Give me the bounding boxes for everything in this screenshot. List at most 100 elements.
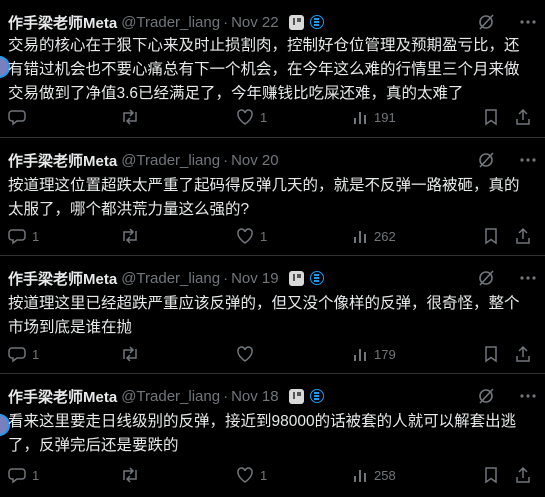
retweet-button[interactable] [120,344,146,364]
like-count: 1 [260,467,268,483]
share-button[interactable] [515,344,531,364]
verified-badge-icon[interactable] [309,271,324,285]
tweet-actions: 1 1 262 [8,226,533,246]
views-icon [354,231,366,243]
like-button[interactable]: 1 [236,107,267,127]
more-icon[interactable] [519,269,537,287]
author-name[interactable]: 作手梁老师Meta [8,386,117,407]
grok-icon[interactable] [477,269,495,287]
views-button[interactable]: 258 [352,465,396,485]
reply-icon [8,347,26,363]
reply-icon [8,110,26,126]
views-button[interactable]: 262 [352,226,396,246]
views-count: 262 [374,228,396,244]
author-handle[interactable]: @Trader_liang [121,14,220,31]
bookmark-button[interactable] [483,226,499,246]
tweet-text: 看来这里要走日线级别的反弹，接近到98000的话被套的人就可以解套出逃了，反弹完… [8,413,517,454]
reply-button[interactable] [8,107,32,127]
retweet-button[interactable] [120,226,146,246]
tweet[interactable]: 作手梁老师Meta @Trader_liang · Nov 19 按道理这里已经… [0,256,545,374]
retweet-icon [123,109,137,125]
tweet-header: 作手梁老师Meta @Trader_liang · Nov 19 [8,268,537,288]
share-button[interactable] [515,226,531,246]
more-icon[interactable] [519,387,537,405]
share-icon [516,345,530,362]
author-handle[interactable]: @Trader_liang [121,270,220,287]
tweet-date[interactable]: Nov 19 [231,270,279,287]
reply-button[interactable]: 1 [8,465,39,485]
reply-count: 1 [32,228,40,244]
tweet-actions: 1 179 [8,344,533,364]
bookmark-icon [485,346,497,363]
tweet-actions: 1 191 [8,107,533,127]
like-icon [237,346,253,362]
reply-count: 1 [32,467,40,483]
tweet-header: 作手梁老师Meta @Trader_liang · Nov 18 [8,386,537,406]
reply-icon [8,468,26,484]
like-button[interactable]: 1 [236,226,267,246]
verified-badge-icon[interactable] [309,389,324,403]
grok-icon[interactable] [477,13,495,31]
timeline-feed: 作手梁老师Meta @Trader_liang · Nov 22 交易的核心在于… [0,0,545,497]
tweet-header: 作手梁老师Meta @Trader_liang · Nov 20 [8,150,537,170]
tweet[interactable]: 作手梁老师Meta @Trader_liang · Nov 20 按道理这位置超… [0,138,545,256]
separator-dot: · [223,387,229,405]
bookmark-icon [485,228,497,245]
reply-count: 1 [32,346,40,362]
affiliate-flag-icon[interactable] [288,270,304,286]
bookmark-icon [485,467,497,484]
tweet-date[interactable]: Nov 22 [231,14,279,31]
tweet-date[interactable]: Nov 20 [231,152,279,169]
reply-icon [8,229,26,245]
bookmark-button[interactable] [483,344,499,364]
views-button[interactable]: 191 [352,107,396,127]
share-button[interactable] [515,107,531,127]
bookmark-button[interactable] [483,465,499,485]
tweet-date[interactable]: Nov 18 [231,388,279,405]
like-button[interactable] [236,344,260,364]
separator-dot: · [223,13,229,31]
views-button[interactable]: 179 [352,344,396,364]
share-button[interactable] [515,465,531,485]
more-icon[interactable] [519,13,537,31]
like-count: 1 [260,109,268,125]
author-handle[interactable]: @Trader_liang [121,388,220,405]
retweet-button[interactable] [120,107,146,127]
like-icon [237,467,253,483]
retweet-icon [123,467,137,483]
author-handle[interactable]: @Trader_liang [121,152,220,169]
author-name[interactable]: 作手梁老师Meta [8,150,117,171]
views-count: 191 [374,109,396,125]
separator-dot: · [223,151,229,169]
tweet-text: 按道理这里已经超跌严重应该反弹的，但又没个像样的反弹，很奇怪，整个市场到底是谁在… [8,295,520,336]
more-icon[interactable] [519,151,537,169]
author-name[interactable]: 作手梁老师Meta [8,268,117,289]
affiliate-flag-icon[interactable] [288,14,304,30]
reply-button[interactable]: 1 [8,226,39,246]
share-icon [516,227,530,244]
verified-badge-icon[interactable] [309,15,324,29]
affiliate-flag-icon[interactable] [288,388,304,404]
share-icon [516,108,530,125]
views-icon [354,112,366,124]
grok-icon[interactable] [477,151,495,169]
share-icon [516,466,530,483]
author-name[interactable]: 作手梁老师Meta [8,12,117,33]
retweet-button[interactable] [120,465,146,485]
retweet-icon [123,228,137,244]
separator-dot: · [223,269,229,287]
reply-button[interactable]: 1 [8,344,39,364]
grok-icon[interactable] [477,387,495,405]
views-icon [354,470,366,482]
bookmark-button[interactable] [483,107,499,127]
tweet-text: 交易的核心在于狠下心来及时止损割肉，控制好仓位管理及预期盈亏比，还有错过机会也不… [8,37,520,102]
like-button[interactable]: 1 [236,465,267,485]
tweet[interactable]: 作手梁老师Meta @Trader_liang · Nov 22 交易的核心在于… [0,0,545,138]
like-icon [237,228,253,244]
views-count: 179 [374,346,396,362]
like-count: 1 [260,228,268,244]
views-icon [354,349,366,361]
tweet-text: 按道理这位置超跌太严重了起码得反弹几天的，就是不反弹一路被砸，真的太服了，哪个都… [8,177,520,218]
tweet[interactable]: 作手梁老师Meta @Trader_liang · Nov 18 看来这里要走日… [0,374,545,497]
bookmark-icon [485,109,497,126]
